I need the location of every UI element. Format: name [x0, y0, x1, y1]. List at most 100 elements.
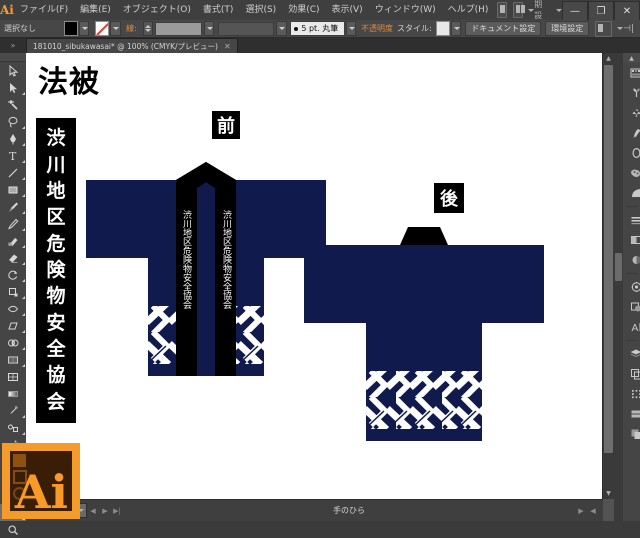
stroke-weight-label: 線: — [126, 23, 137, 34]
maximize-button[interactable]: ❐ — [588, 1, 614, 21]
next-artboard-icon[interactable]: ▶ — [99, 504, 111, 517]
preferences-button[interactable]: 環境設定 — [545, 21, 589, 36]
scroll-up-icon[interactable]: ▲ — [604, 54, 613, 63]
variable-width-dropdown[interactable] — [276, 21, 286, 36]
panel-layers-icon[interactable] — [623, 344, 640, 364]
panel-brushes-icon[interactable] — [623, 123, 640, 143]
panel-artboards-icon[interactable] — [623, 364, 640, 384]
scale-tool[interactable] — [0, 283, 26, 300]
tools-panel-grip[interactable] — [0, 53, 26, 62]
panel-transform-icon[interactable] — [623, 250, 640, 270]
brush-definition-dropdown[interactable] — [346, 21, 356, 36]
last-artboard-icon[interactable]: ▶| — [111, 504, 123, 517]
canvas-vertical-scroll-thumb[interactable] — [604, 65, 613, 453]
document-setup-button[interactable]: ドキュメント設定 — [465, 21, 541, 36]
fill-color-swatch[interactable] — [64, 21, 78, 36]
panel-color-icon[interactable] — [623, 63, 640, 83]
vertical-name-banner: 渋 川 地 区 危 険 物 安 全 協 会 — [36, 118, 76, 423]
panel-separations-preview-icon[interactable] — [623, 384, 640, 404]
selection-tool[interactable] — [0, 62, 26, 79]
selection-status-label: 選択なし — [4, 23, 60, 34]
opacity-label[interactable]: 不透明度 — [361, 23, 393, 34]
gradient-tool[interactable] — [0, 385, 26, 402]
close-icon[interactable]: ✕ — [224, 42, 231, 51]
menu-window[interactable]: ウィンドウ(W) — [369, 0, 442, 20]
minimize-button[interactable]: — — [562, 1, 588, 21]
panel-align-icon[interactable] — [623, 210, 640, 230]
panel-symbols-icon[interactable] — [623, 143, 640, 163]
stroke-weight-dropdown[interactable] — [204, 21, 214, 36]
dock-scrollbar[interactable] — [614, 53, 623, 521]
dock-scroll-thumb[interactable] — [615, 253, 622, 281]
panel-appearance-icon[interactable] — [623, 277, 640, 297]
arrange-documents-icon[interactable] — [513, 2, 523, 18]
line-segment-tool[interactable] — [0, 164, 26, 181]
shape-builder-tool[interactable] — [0, 334, 26, 351]
blend-tool[interactable] — [0, 419, 26, 436]
panel-gradient-icon[interactable] — [623, 163, 640, 183]
fill-dropdown-button[interactable] — [79, 21, 89, 36]
pen-tool[interactable] — [0, 130, 26, 147]
width-tool[interactable] — [0, 300, 26, 317]
document-tab-bar: » 181010_sibukawasai* @ 100% (CMYK/プレビュー… — [0, 38, 640, 53]
document-tab[interactable]: 181010_sibukawasai* @ 100% (CMYK/プレビュー) … — [26, 38, 238, 53]
banner-char-1: 川 — [46, 156, 65, 175]
menu-edit[interactable]: 編集(E) — [74, 0, 117, 20]
stroke-weight-input[interactable] — [155, 22, 202, 36]
scroll-down-icon[interactable]: ▼ — [604, 489, 613, 498]
paintbrush-tool[interactable] — [0, 198, 26, 215]
brush-definition-select[interactable]: 5 pt. 丸筆 — [290, 21, 345, 36]
eyedropper-tool[interactable] — [0, 402, 26, 419]
blob-brush-tool[interactable] — [0, 232, 26, 249]
close-button[interactable]: ✕ — [614, 1, 640, 21]
bridge-icon[interactable] — [497, 2, 507, 18]
previous-artboard-icon[interactable]: ◀ — [87, 504, 99, 517]
perspective-grid-tool[interactable] — [0, 351, 26, 368]
panel-pathfinder-icon[interactable] — [623, 230, 640, 250]
panel-swatches-icon[interactable] — [623, 103, 640, 123]
mesh-tool[interactable] — [0, 368, 26, 385]
stroke-weight-stepper[interactable] — [143, 21, 153, 36]
zoom-tool[interactable] — [0, 521, 26, 538]
align-icon[interactable] — [595, 21, 612, 37]
collar-text-left: 渋川地区危険物安全協会 — [181, 209, 192, 310]
dock-collapse-icon[interactable]: ▲ — [623, 53, 640, 63]
document-window: 法被 渋 川 地 区 危 険 物 安 全 協 会 前 — [26, 53, 614, 521]
panel-color-guide-icon[interactable] — [623, 83, 640, 103]
menu-object[interactable]: オブジェクト(O) — [117, 0, 197, 20]
svg-text:T: T — [9, 150, 17, 162]
status-resize-icon[interactable]: ◀ — [587, 504, 599, 517]
panel-navigator-icon[interactable] — [623, 424, 640, 444]
panel-graphic-styles-icon[interactable] — [623, 297, 640, 317]
collapse-panels-icon[interactable]: » — [0, 38, 26, 53]
status-menu-icon[interactable]: ▶ — [575, 504, 587, 517]
banner-char-4: 危 — [46, 235, 65, 254]
happi-front-illustration: 渋川地区危険物安全協会 渋川地区危険物安全協会 — [86, 158, 326, 378]
stroke-color-swatch[interactable] — [95, 21, 109, 36]
magic-wand-tool[interactable] — [0, 96, 26, 113]
panel-character-icon[interactable]: A — [623, 317, 640, 337]
graphic-style-swatch[interactable] — [436, 21, 450, 36]
rotate-tool[interactable] — [0, 266, 26, 283]
panel-stroke-icon[interactable] — [623, 183, 640, 203]
menu-type[interactable]: 書式(T) — [197, 0, 240, 20]
panel-document-info-icon[interactable] — [623, 404, 640, 424]
menu-effect[interactable]: 効果(C) — [282, 0, 325, 20]
artboard-canvas[interactable]: 法被 渋 川 地 区 危 険 物 安 全 協 会 前 — [26, 53, 603, 499]
direct-selection-tool[interactable] — [0, 79, 26, 96]
pencil-tool[interactable] — [0, 215, 26, 232]
rectangle-tool[interactable] — [0, 181, 26, 198]
stroke-dropdown-button[interactable] — [110, 21, 120, 36]
menu-view[interactable]: 表示(V) — [326, 0, 369, 20]
lasso-tool[interactable] — [0, 113, 26, 130]
menu-select[interactable]: 選択(S) — [239, 0, 282, 20]
free-transform-tool[interactable] — [0, 317, 26, 334]
canvas-vertical-scrollbar[interactable]: ▲ ▼ — [602, 53, 614, 499]
menu-help[interactable]: ヘルプ(H) — [442, 0, 495, 20]
eraser-tool[interactable] — [0, 249, 26, 266]
menu-file[interactable]: ファイル(F) — [14, 0, 74, 20]
type-tool[interactable]: T — [0, 147, 26, 164]
variable-width-profile-select[interactable] — [218, 22, 274, 36]
control-panel-menu-icon[interactable]: ⊣| — [623, 24, 634, 34]
graphic-style-dropdown[interactable] — [451, 21, 461, 36]
